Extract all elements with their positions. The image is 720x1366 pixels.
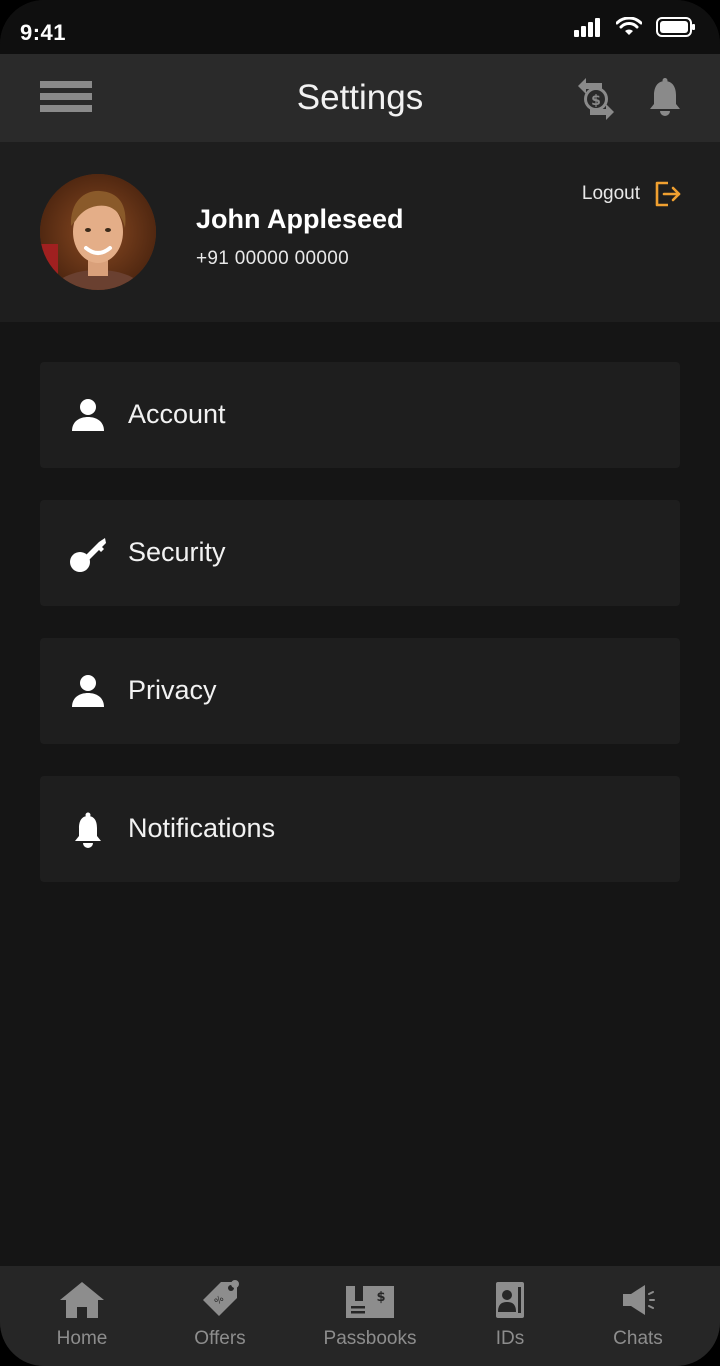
profile-section: John Appleseed +91 00000 00000 Logout <box>0 142 720 322</box>
person-icon <box>72 675 104 707</box>
currency-exchange-icon: $ <box>578 78 614 120</box>
megaphone-icon <box>623 1285 655 1315</box>
logout-button[interactable]: Logout <box>582 180 682 208</box>
svg-text:$: $ <box>591 93 601 109</box>
status-bar: 9:41 <box>0 0 720 54</box>
settings-item-label: Privacy <box>128 675 217 705</box>
settings-item-label: Security <box>128 537 226 567</box>
nav-label: Chats <box>613 1328 663 1349</box>
profile-phone: +91 00000 00000 <box>196 248 349 269</box>
passbook-icon: $ <box>346 1283 394 1318</box>
avatar[interactable] <box>40 174 156 290</box>
nav-item-ids[interactable]: IDs <box>460 1266 560 1366</box>
nav-label: Offers <box>194 1328 246 1349</box>
status-time: 9:41 <box>20 20 67 45</box>
nav-label: Home <box>56 1328 108 1349</box>
bell-icon <box>650 78 680 116</box>
logout-icon <box>655 181 681 207</box>
nav-item-home[interactable]: Home <box>22 1266 142 1366</box>
home-icon <box>60 1282 104 1318</box>
bottom-nav: Home % Offers $ Passbooks IDs Chats <box>0 1266 720 1366</box>
settings-item-account[interactable]: Account <box>40 362 680 468</box>
nav-item-chats[interactable]: Chats <box>588 1266 688 1366</box>
notifications-button[interactable] <box>648 78 682 118</box>
settings-item-privacy[interactable]: Privacy <box>40 638 680 744</box>
nav-item-passbooks[interactable]: $ Passbooks <box>305 1266 435 1366</box>
wifi-icon <box>616 17 642 35</box>
avatar-image <box>40 174 156 290</box>
phone-screen: 9:41 Settings $ John Appleseed +91 00000… <box>0 0 720 1366</box>
settings-item-label: Account <box>128 399 226 429</box>
nav-item-offers[interactable]: % Offers <box>160 1266 280 1366</box>
currency-exchange-button[interactable]: $ <box>572 76 620 122</box>
profile-name: John Appleseed <box>196 204 404 234</box>
id-card-icon <box>496 1282 524 1318</box>
nav-label: Passbooks <box>323 1328 417 1349</box>
nav-label: IDs <box>495 1328 525 1349</box>
person-icon <box>72 399 104 431</box>
tag-icon: % <box>203 1280 239 1316</box>
key-icon <box>70 538 106 572</box>
signal-icon <box>574 18 600 37</box>
status-icons <box>574 16 696 38</box>
logout-label: Logout <box>581 183 640 204</box>
bell-icon <box>75 812 101 848</box>
settings-item-security[interactable]: Security <box>40 500 680 606</box>
app-header: Settings $ <box>0 54 720 142</box>
settings-item-label: Notifications <box>128 813 276 843</box>
battery-icon <box>656 17 695 37</box>
settings-item-notifications[interactable]: Notifications <box>40 776 680 882</box>
svg-text:$: $ <box>376 1290 385 1305</box>
